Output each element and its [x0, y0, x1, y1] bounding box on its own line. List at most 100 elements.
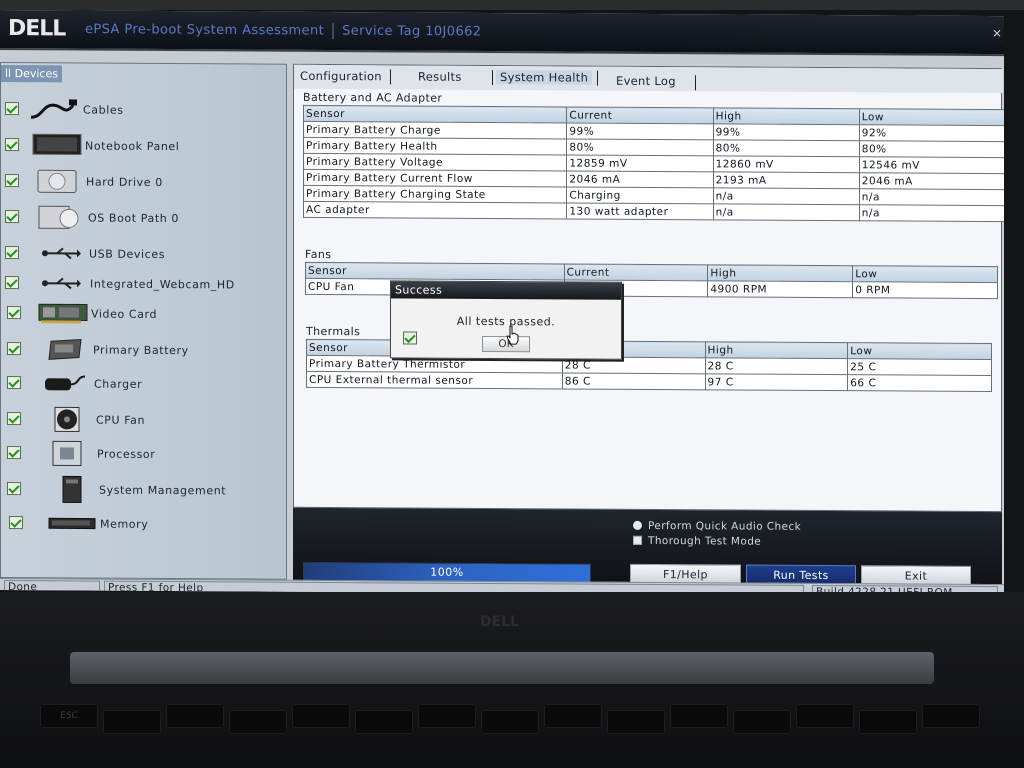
table-cell: 2193 mA	[713, 171, 860, 189]
device-item-label: System Management	[99, 483, 227, 498]
hinge	[70, 652, 934, 684]
column-header: Sensor	[303, 105, 567, 123]
table-cell: Primary Battery Voltage	[303, 153, 567, 171]
device-item-video-card[interactable]: Video Card	[1, 299, 286, 331]
tab-results[interactable]: Results	[418, 70, 462, 84]
device-item-system-management[interactable]: System Management	[1, 475, 286, 507]
radio-icon[interactable]	[633, 520, 642, 530]
fan-icon	[53, 405, 81, 433]
checkbox-icon[interactable]	[7, 342, 21, 356]
checkbox-icon[interactable]	[7, 376, 21, 390]
table-cell: n/a	[859, 204, 1004, 222]
os-boot-path-icon	[37, 203, 79, 231]
column-header: Current	[566, 106, 714, 124]
table-cell: 0 RPM	[852, 281, 998, 299]
battery-section-title: Battery and AC Adapter	[303, 90, 443, 105]
device-item-label: Processor	[97, 447, 156, 461]
photo-frame: DELL ePSA Pre-boot System Assessment Serv…	[0, 0, 1024, 768]
cable-icon	[29, 95, 77, 123]
table-cell: 66 C	[847, 374, 992, 392]
tab-event-log[interactable]: Event Log	[616, 74, 676, 88]
table-cell: 99%	[713, 123, 860, 141]
keyboard-key[interactable]	[607, 710, 665, 734]
service-tag: Service Tag 10J0662	[342, 23, 482, 40]
keyboard-key[interactable]	[922, 704, 980, 728]
keyboard-key[interactable]	[292, 704, 350, 728]
quick-audio-check-option[interactable]: Perform Quick Audio Check	[633, 520, 801, 533]
tab-configuration[interactable]: Configuration	[300, 69, 382, 84]
table-cell: Primary Battery Current Flow	[303, 169, 567, 187]
checkbox-icon[interactable]	[5, 210, 19, 224]
checkbox-icon[interactable]	[5, 102, 19, 116]
table-cell: Primary Battery Charge	[303, 121, 567, 139]
video-card-icon	[37, 299, 89, 327]
device-item-integrated-webcam-hd[interactable]: Integrated_Webcam_HD	[1, 269, 286, 301]
fans-section-title: Fans	[305, 247, 332, 262]
thorough-test-mode-label: Thorough Test Mode	[648, 534, 762, 548]
device-item-processor[interactable]: Processor	[1, 439, 286, 471]
keyboard-key[interactable]	[166, 704, 224, 728]
device-item-usb-devices[interactable]: USB Devices	[1, 239, 286, 271]
progress-label: 100%	[430, 565, 464, 579]
tab-separator	[597, 70, 598, 86]
checkbox-icon[interactable]	[7, 306, 21, 320]
battery-icon	[45, 335, 85, 363]
column-header: Low	[852, 265, 998, 283]
checkbox-icon[interactable]	[5, 138, 19, 152]
device-item-label: Charger	[94, 377, 143, 391]
checkbox-icon[interactable]	[633, 535, 642, 545]
epsa-screen: DELL ePSA Pre-boot System Assessment Serv…	[0, 10, 1004, 597]
table-row: CPU External thermal sensor 86 C 97 C 66 C	[306, 371, 992, 392]
hard-drive-icon	[37, 167, 77, 195]
device-item-os-boot-path-0[interactable]: OS Boot Path 0	[1, 203, 286, 235]
checkbox-icon[interactable]	[5, 246, 19, 260]
device-item-charger[interactable]: Charger	[1, 369, 286, 401]
checkbox-icon[interactable]	[5, 174, 19, 188]
checkbox-icon[interactable]	[5, 276, 19, 290]
checkbox-icon[interactable]	[9, 516, 23, 530]
table-cell: 99%	[566, 122, 714, 140]
keyboard-key[interactable]	[670, 704, 728, 728]
checkbox-icon[interactable]	[7, 446, 21, 460]
keyboard-key[interactable]	[481, 710, 539, 734]
tab-separator	[492, 70, 493, 86]
device-item-cpu-fan[interactable]: CPU Fan	[1, 405, 286, 437]
dell-bezel-logo: DELL	[480, 614, 520, 630]
keyboard-key[interactable]: ESC	[40, 704, 98, 728]
bezel-top	[0, 0, 1024, 10]
notebook-panel-icon	[31, 131, 83, 159]
keyboard-key[interactable]	[859, 710, 917, 734]
keyboard-key[interactable]	[796, 704, 854, 728]
device-item-memory[interactable]: Memory	[1, 509, 286, 541]
tab-bar: Configuration Results System Health Even…	[294, 64, 1003, 94]
device-item-notebook-panel[interactable]: Notebook Panel	[1, 131, 286, 163]
device-item-primary-battery[interactable]: Primary Battery	[1, 335, 286, 367]
thorough-test-mode-option[interactable]: Thorough Test Mode	[633, 535, 761, 548]
keyboard-key[interactable]	[544, 704, 602, 728]
usb-icon	[41, 269, 81, 297]
column-header: Low	[847, 342, 992, 360]
app-title: ePSA Pre-boot System Assessment	[85, 22, 325, 39]
checkbox-icon[interactable]	[7, 482, 21, 496]
tab-system-health[interactable]: System Health	[496, 70, 593, 85]
keyboard-key[interactable]	[355, 710, 413, 734]
device-list-header[interactable]: ll Devices	[1, 65, 62, 83]
title-separator	[332, 23, 335, 40]
keyboard-key[interactable]	[733, 710, 791, 734]
table-cell: 130 watt adapter	[566, 202, 714, 220]
column-header: High	[707, 264, 853, 282]
checkbox-icon[interactable]	[7, 412, 21, 426]
table-cell: 28 C	[705, 357, 848, 375]
laptop-body: DELL ESC	[0, 592, 1024, 768]
device-item-label: OS Boot Path 0	[88, 211, 180, 226]
keyboard-key[interactable]	[103, 710, 161, 734]
device-item-hard-drive-0[interactable]: Hard Drive 0	[1, 167, 286, 199]
device-item-label: Video Card	[91, 307, 158, 321]
charger-icon	[43, 369, 87, 397]
keyboard-key[interactable]	[418, 704, 476, 728]
close-icon[interactable]: ×	[992, 26, 1002, 40]
keyboard-key[interactable]	[229, 710, 287, 734]
device-item-label: Primary Battery	[93, 343, 189, 358]
table-cell: Primary Battery Charging State	[303, 185, 567, 203]
device-item-cables[interactable]: Cables	[1, 95, 286, 127]
